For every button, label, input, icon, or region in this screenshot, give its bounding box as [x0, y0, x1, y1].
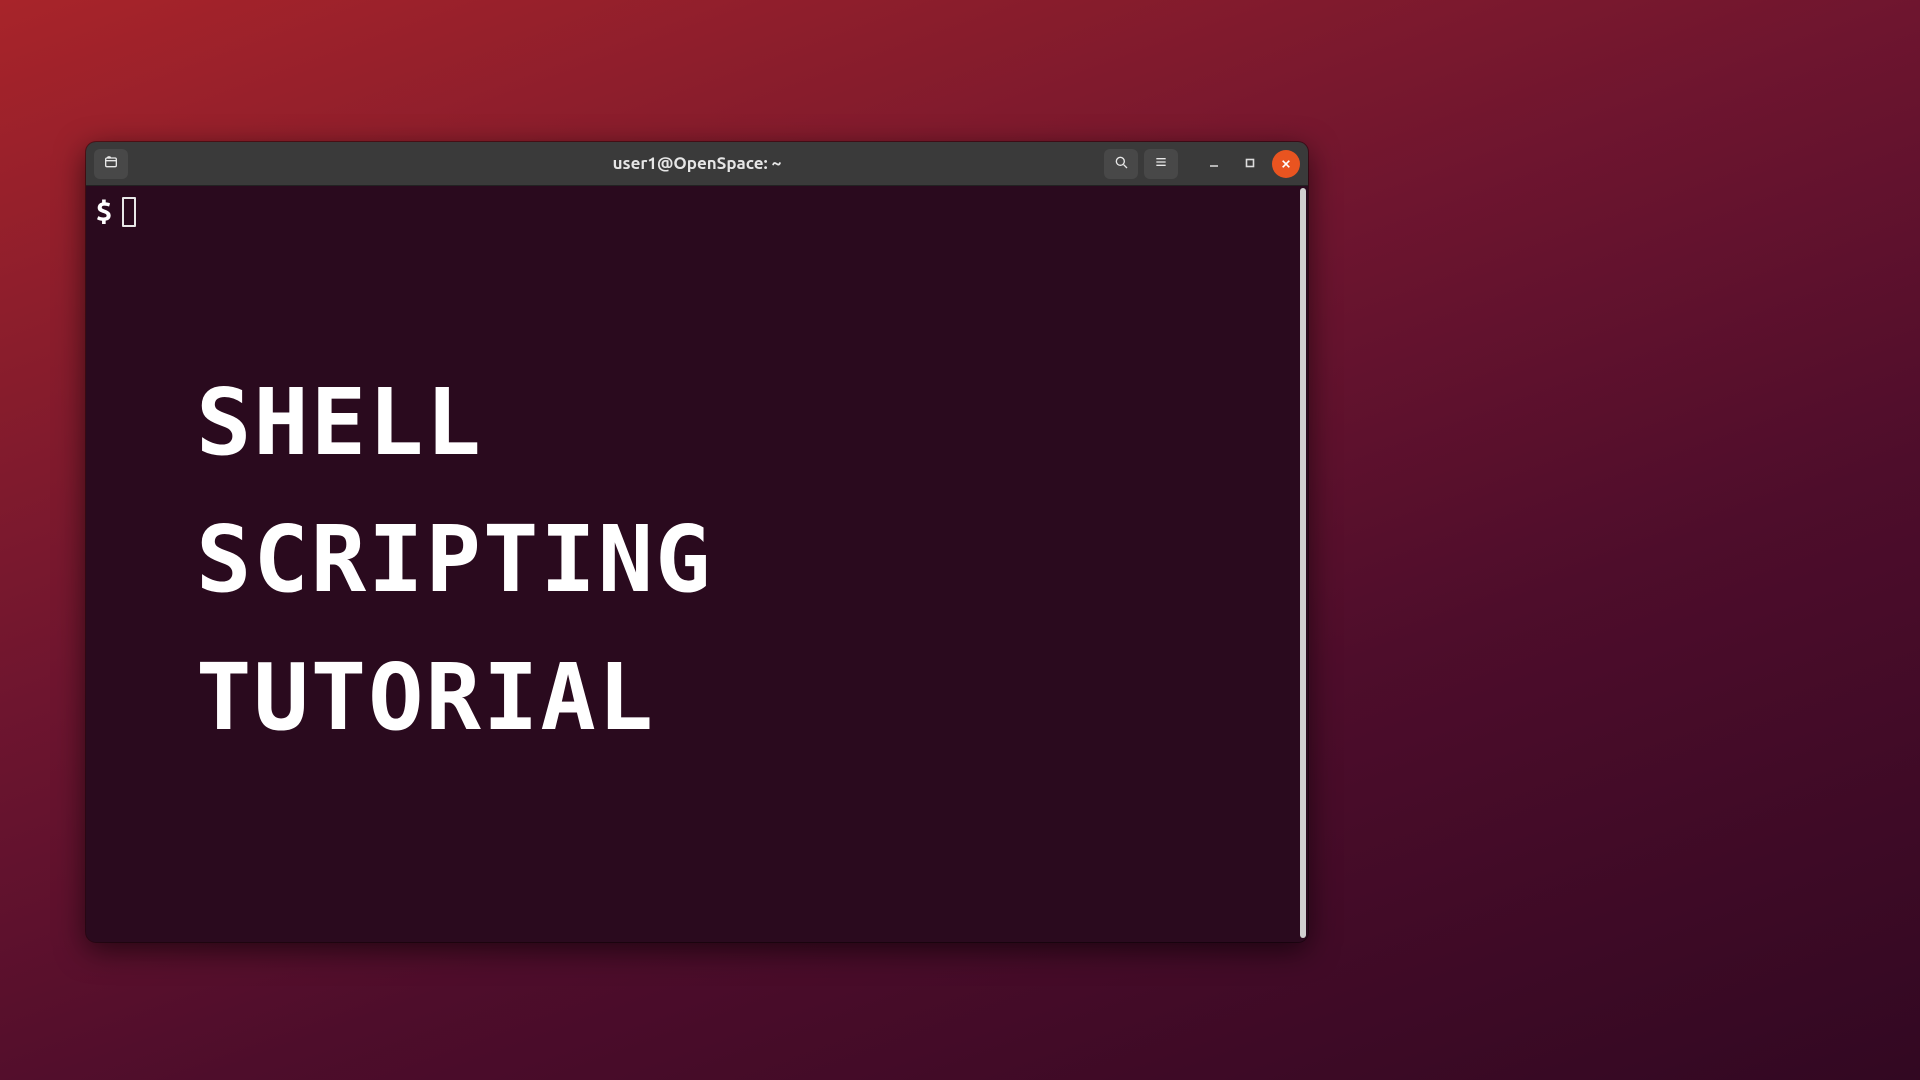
- banner-line-3: TUTORIAL: [196, 631, 713, 764]
- new-tab-button[interactable]: [94, 149, 128, 179]
- minimize-icon: [1208, 155, 1220, 173]
- minimize-button[interactable]: [1200, 150, 1228, 178]
- scrollbar-thumb[interactable]: [1300, 188, 1306, 938]
- terminal-window: user1@OpenSpace: ~: [86, 142, 1308, 942]
- hamburger-menu-button[interactable]: [1144, 149, 1178, 179]
- maximize-button[interactable]: [1236, 150, 1264, 178]
- banner-text: SHELL SCRIPTING TUTORIAL: [196, 356, 713, 768]
- scrollbar-track[interactable]: [1300, 188, 1306, 938]
- titlebar-right-group: [1104, 149, 1300, 179]
- titlebar[interactable]: user1@OpenSpace: ~: [86, 142, 1308, 186]
- text-cursor: [122, 197, 136, 227]
- banner-line-1: SHELL: [196, 356, 713, 489]
- close-icon: [1281, 155, 1291, 173]
- search-icon: [1113, 154, 1129, 174]
- shell-prompt: $: [96, 196, 112, 227]
- banner-line-2: SCRIPTING: [196, 493, 713, 626]
- maximize-icon: [1244, 155, 1256, 173]
- close-button[interactable]: [1272, 150, 1300, 178]
- hamburger-icon: [1153, 154, 1169, 174]
- prompt-row: $: [86, 186, 1308, 227]
- new-tab-icon: [103, 154, 119, 174]
- search-button[interactable]: [1104, 149, 1138, 179]
- terminal-body[interactable]: $ SHELL SCRIPTING TUTORIAL: [86, 186, 1308, 942]
